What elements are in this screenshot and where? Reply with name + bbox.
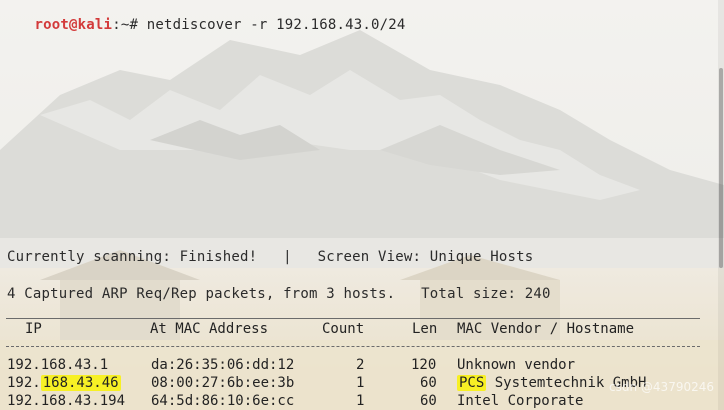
scan-status: Currently scanning: Finished! | Screen V… — [7, 249, 534, 265]
row-len: 60 — [420, 375, 437, 391]
watermark: csdn @43790246 — [609, 380, 714, 394]
row-ip: 192.168.43.194 — [7, 393, 126, 409]
row-mac: da:26:35:06:dd:12 — [151, 357, 295, 373]
prompt-user-host: root@kali — [34, 17, 113, 33]
row-vendor: Unknown vendor — [457, 357, 576, 373]
prompt-line: root@kali:~# netdiscover -r 192.168.43.0… — [0, 0, 406, 52]
col-count-header: Count — [322, 321, 365, 337]
prompt-path: :~# — [112, 17, 147, 33]
row-mac: 64:5d:86:10:6e:cc — [151, 393, 295, 409]
row-ip: 192. 168.43.46 — [7, 374, 121, 392]
row-vendor: Intel Corporate — [457, 393, 584, 409]
row-count: 1 — [356, 393, 365, 409]
row-vendor-highlight: PCS — [457, 375, 487, 391]
col-ip-header: IP — [25, 321, 42, 337]
row-count: 2 — [356, 357, 365, 373]
header-top-rule — [6, 318, 700, 319]
col-mac-header: At MAC Address — [150, 321, 269, 337]
command-text: netdiscover -r 192.168.43.0/24 — [146, 17, 406, 33]
row-len: 60 — [420, 393, 437, 409]
col-len-header: Len — [412, 321, 438, 337]
row-mac: 08:00:27:6b:ee:3b — [151, 375, 295, 391]
row-len: 120 — [411, 357, 437, 373]
row-count: 1 — [356, 375, 365, 391]
row-ip-prefix: 192. — [7, 375, 41, 391]
capture-summary: 4 Captured ARP Req/Rep packets, from 3 h… — [7, 286, 551, 302]
row-ip-highlight: 168.43.46 — [40, 375, 121, 391]
col-vendor-header: MAC Vendor / Hostname — [457, 321, 635, 337]
terminal-output: root@kali:~# netdiscover -r 192.168.43.0… — [0, 0, 724, 410]
row-ip: 192.168.43.1 — [7, 357, 109, 373]
header-bottom-rule — [6, 346, 700, 347]
